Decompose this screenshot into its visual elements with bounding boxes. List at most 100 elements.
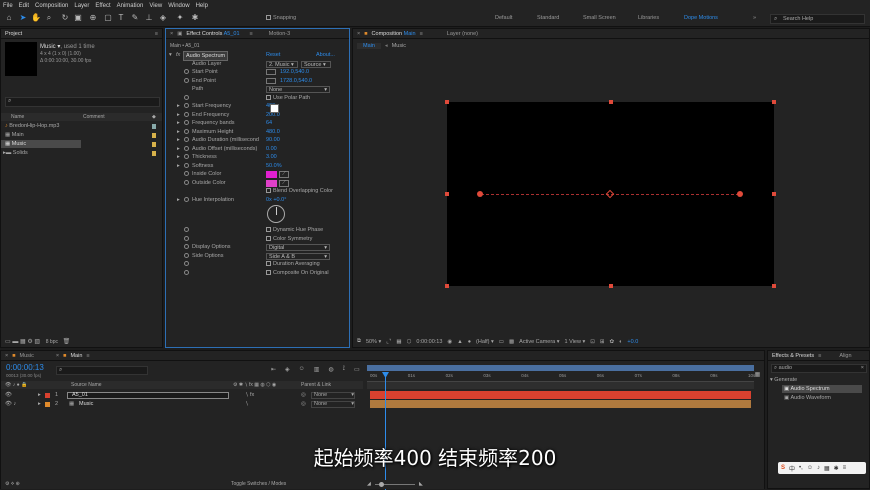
parent-dropdown[interactable]: None ▾ [311, 401, 355, 408]
panel-menu-icon[interactable]: ≡ [250, 31, 253, 37]
color-swatch[interactable] [266, 171, 277, 178]
effect-item-audio-spectrum[interactable]: ▣ Audio Spectrum [782, 385, 862, 393]
column-source-name[interactable]: Source Name [71, 381, 102, 389]
tab-layer[interactable]: Layer (none) [447, 31, 478, 37]
param-row[interactable]: ▸Start Frequency400 [166, 102, 349, 110]
roi-icon[interactable]: ▭ [499, 339, 504, 345]
menu-view[interactable]: View [149, 3, 162, 9]
color-channel-icon[interactable]: ● [468, 339, 471, 345]
toggle-switches-modes[interactable]: Toggle Switches / Modes [231, 480, 286, 489]
clear-icon[interactable]: × [861, 365, 866, 372]
param-row[interactable]: ▸ Frequency bands 64 [166, 119, 349, 127]
tab-effects-presets[interactable]: Effects & Presets [772, 353, 814, 359]
anchor-tool-icon[interactable]: ⊕ [88, 13, 98, 23]
mask-visibility-icon[interactable]: ⬡ [407, 339, 412, 345]
resolution-dropdown[interactable]: (Half) ▾ [476, 339, 494, 345]
layer-handle-tc[interactable] [609, 100, 613, 104]
motion-blur-icon[interactable]: ◍ [328, 366, 333, 373]
exposure-value[interactable]: +0.0 [627, 339, 638, 345]
chevron-right-icon[interactable]: ▸ [177, 153, 180, 161]
timeline-current-time[interactable]: 0:00:00:13 [6, 363, 44, 372]
stopwatch-icon[interactable] [184, 235, 189, 241]
camera-tool-icon[interactable]: ▣ [73, 13, 83, 23]
delete-icon[interactable]: 🗑 [63, 339, 71, 345]
tab-motion[interactable]: Motion-3 [269, 31, 290, 37]
eyedropper-icon[interactable]: ⟋ [279, 179, 289, 187]
menu-help[interactable]: Help [196, 3, 208, 9]
camera-dropdown[interactable]: Active Camera ▾ [519, 339, 559, 345]
layer-handle-ml[interactable] [445, 192, 449, 196]
param-checkbox-row[interactable]: Duration Averaging [266, 260, 320, 268]
tab-music[interactable]: Music [20, 353, 34, 359]
hand-tool-icon[interactable]: ✋ [31, 13, 41, 23]
settings-icon[interactable]: ⚙ [27, 339, 32, 345]
camera-icon[interactable]: ◉ [447, 339, 452, 345]
close-icon[interactable]: × [56, 353, 59, 359]
layer-switches-icon[interactable]: ⚙ ⟡ ⊕ [5, 480, 20, 489]
param-row[interactable]: Side Options Side A & B ▾ [166, 252, 349, 260]
param-dropdown[interactable]: Source ▾ [301, 60, 331, 68]
comp-button-icon[interactable]: ▦ [751, 371, 764, 379]
home-icon[interactable]: ⌂ [4, 13, 14, 23]
quality-icon[interactable]: ∖ [245, 400, 249, 408]
menu-layer[interactable]: Layer [74, 3, 89, 9]
layer-handle-bl[interactable] [445, 284, 449, 288]
param-row[interactable]: ▸ End Frequency 200.0 [166, 111, 349, 119]
visibility-icon[interactable]: 👁 ♪ [5, 400, 16, 408]
stopwatch-icon[interactable] [184, 154, 189, 159]
search-help-box[interactable]: ⌕ Search Help [770, 14, 865, 24]
menu-window[interactable]: Window [168, 3, 189, 9]
stopwatch-icon[interactable] [184, 252, 189, 258]
new-folder-icon[interactable]: ▬ [12, 339, 18, 345]
type-tool-icon[interactable]: T [116, 13, 126, 23]
views-dropdown[interactable]: 1 View ▾ [565, 339, 586, 345]
transparency-grid-icon[interactable]: ▩ [509, 339, 514, 345]
param-row[interactable]: Color Symmetry [166, 235, 349, 243]
param-checkbox-row[interactable]: Use Polar Path [266, 94, 310, 102]
lock-icon[interactable]: ▣ [177, 31, 182, 37]
color-swatch[interactable] [266, 179, 277, 187]
chevron-right-icon[interactable]: ▸ [177, 136, 180, 144]
param-row[interactable]: Display Options Digital ▾ [166, 243, 349, 251]
color-depth-icon[interactable]: ▧ [34, 339, 40, 345]
menu-effect[interactable]: Effect [95, 3, 110, 9]
zoom-tool-icon[interactable]: ⌕ [44, 13, 54, 23]
param-row[interactable]: ▸ Audio Offset (milliseconds) 0.00 [166, 145, 349, 153]
stopwatch-icon[interactable] [184, 244, 189, 249]
tab-composition[interactable]: Composition Main [372, 31, 416, 37]
stopwatch-icon[interactable] [184, 171, 189, 176]
param-dropdown[interactable]: None ▾ [266, 86, 330, 93]
param-checkbox-row[interactable]: Composite On Original [266, 269, 329, 277]
checkbox[interactable] [266, 269, 271, 275]
graph-editor-icon[interactable]: ⟟ [343, 366, 345, 373]
layer-handle-br[interactable] [772, 284, 776, 288]
grid-icon[interactable]: ▦ [396, 339, 401, 345]
column-comment[interactable]: Comment [83, 113, 105, 121]
param-row[interactable]: ▸ Hue Interpolation 0x +0.0° [166, 196, 349, 204]
chevron-down-icon[interactable]: ▾ [770, 377, 773, 383]
layer-bar-a5[interactable] [370, 391, 751, 399]
param-value[interactable]: 64 [266, 119, 272, 127]
reset-exposure-icon[interactable]: ◐ [619, 339, 622, 345]
interpret-footage-icon[interactable]: ▭ [5, 339, 11, 345]
crosshair-icon[interactable] [266, 77, 276, 84]
effects-search-field[interactable]: ⌕ audio × [771, 364, 867, 373]
stamp-tool-icon[interactable]: ⊥ [144, 13, 154, 23]
chevron-right-icon[interactable]: ▸ [177, 162, 180, 170]
param-dropdown[interactable]: 2. Music ▾ [266, 60, 298, 68]
layer-name-field[interactable]: A5_01 [67, 392, 229, 399]
project-search-input[interactable]: ⌕ [5, 97, 160, 107]
anchor-point-handle[interactable] [605, 189, 615, 199]
menu-composition[interactable]: Composition [35, 3, 68, 9]
workspace-standard[interactable]: Standard [537, 15, 559, 21]
list-item[interactable]: ♪ BredonHip-Hop.mp3 [1, 122, 162, 130]
pin-tool-icon[interactable]: ✱ [190, 13, 200, 23]
tab-align[interactable]: Align [839, 353, 851, 359]
stopwatch-icon[interactable] [184, 94, 189, 100]
param-row[interactable]: Path None ▾ [166, 85, 349, 93]
hue-dial[interactable] [267, 205, 285, 223]
zoom-out-icon[interactable]: ◢ [367, 480, 371, 489]
list-item[interactable]: ▦ Main [1, 131, 162, 139]
param-value[interactable]: 1728.0,540.0 [280, 77, 312, 85]
param-row[interactable]: Duration Averaging [166, 260, 349, 268]
